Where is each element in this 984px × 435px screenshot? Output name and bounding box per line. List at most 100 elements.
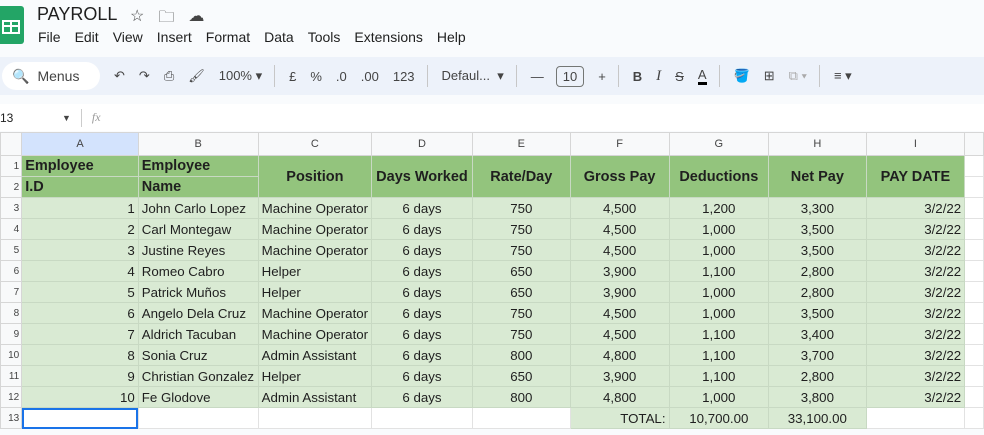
header-employee-name-2[interactable]: Name <box>137 176 259 198</box>
cell-id[interactable]: 10 <box>21 386 139 408</box>
cell-pay-date[interactable]: 3/2/22 <box>865 260 966 282</box>
spreadsheet-grid[interactable]: A B C D E F G H I 1 Employee Employee Position Days W… <box>0 132 984 429</box>
cell-rate[interactable]: 650 <box>471 281 571 303</box>
row-header-9[interactable]: 9 <box>0 323 23 345</box>
column-header-H[interactable]: H <box>768 132 867 156</box>
text-color-button[interactable]: A <box>697 67 707 85</box>
empty-cell[interactable] <box>964 155 984 177</box>
cell-deductions[interactable]: 1,100 <box>668 344 770 366</box>
cell-position[interactable]: Machine Operator <box>257 218 373 240</box>
menu-format[interactable]: Format <box>206 29 250 45</box>
cell-rate[interactable]: 650 <box>471 365 571 387</box>
header-rate[interactable]: Rate/Day <box>471 155 571 198</box>
row-header-5[interactable]: 5 <box>0 239 23 261</box>
row-header-4[interactable]: 4 <box>0 218 23 240</box>
cell-position[interactable]: Helper <box>257 365 373 387</box>
empty-cell[interactable] <box>471 407 571 429</box>
empty-cell[interactable] <box>964 281 984 303</box>
cell-pay-date[interactable]: 3/2/22 <box>865 323 966 345</box>
cell-deductions[interactable]: 1,200 <box>668 197 770 219</box>
cell-id[interactable]: 8 <box>21 344 139 366</box>
column-header-G[interactable]: G <box>668 132 770 156</box>
cell-days-worked[interactable]: 6 days <box>371 218 473 240</box>
empty-cell[interactable] <box>865 407 966 429</box>
cell-gross-pay[interactable]: 3,900 <box>569 260 670 282</box>
menu-data[interactable]: Data <box>264 29 294 45</box>
print-icon[interactable]: ⎙ <box>164 68 174 84</box>
cell-name[interactable]: Sonia Cruz <box>137 344 259 366</box>
strikethrough-button[interactable]: S <box>675 69 684 84</box>
cell-gross-pay[interactable]: 4,500 <box>569 239 670 261</box>
empty-cell[interactable] <box>964 176 984 198</box>
cell-pay-date[interactable]: 3/2/22 <box>865 365 966 387</box>
cell-net-pay[interactable]: 3,500 <box>768 239 867 261</box>
cell-id[interactable]: 1 <box>21 197 139 219</box>
cell-deductions[interactable]: 1,000 <box>668 281 770 303</box>
cell-pay-date[interactable]: 3/2/22 <box>865 197 966 219</box>
cell-rate[interactable]: 650 <box>471 260 571 282</box>
cell-days-worked[interactable]: 6 days <box>371 365 473 387</box>
cell-net-pay[interactable]: 2,800 <box>768 260 867 282</box>
cell-net-pay[interactable]: 2,800 <box>768 365 867 387</box>
menu-edit[interactable]: Edit <box>75 29 99 45</box>
column-header-A[interactable]: A <box>21 132 139 156</box>
cell-id[interactable]: 9 <box>21 365 139 387</box>
decrease-decimal-button[interactable]: .0 <box>336 69 347 84</box>
column-header-F[interactable]: F <box>569 132 670 156</box>
fill-color-icon[interactable]: 🪣 <box>734 68 750 84</box>
cell-id[interactable]: 3 <box>21 239 139 261</box>
font-select[interactable]: Defaul... ▾ <box>442 68 504 84</box>
cell-net-pay[interactable]: 3,500 <box>768 302 867 324</box>
header-gross[interactable]: Gross Pay <box>569 155 670 198</box>
empty-cell[interactable] <box>964 218 984 240</box>
cell-name[interactable]: Fe Glodove <box>137 386 259 408</box>
name-box-dropdown-icon[interactable]: ▼ <box>62 113 71 123</box>
cell-pay-date[interactable]: 3/2/22 <box>865 344 966 366</box>
cell-net-pay[interactable]: 3,300 <box>768 197 867 219</box>
cell-position[interactable]: Helper <box>257 281 373 303</box>
header-employee-id-1[interactable]: Employee <box>21 155 139 177</box>
cell-days-worked[interactable]: 6 days <box>371 260 473 282</box>
cell-id[interactable]: 2 <box>21 218 139 240</box>
cell-net-pay[interactable]: 3,400 <box>768 323 867 345</box>
header-position[interactable]: Position <box>257 155 373 198</box>
header-days[interactable]: Days Worked <box>371 155 473 198</box>
empty-cell[interactable] <box>964 323 984 345</box>
cell-gross-pay[interactable]: 3,900 <box>569 365 670 387</box>
cell-name[interactable]: Patrick Muños <box>137 281 259 303</box>
row-header-6[interactable]: 6 <box>0 260 23 282</box>
cell-gross-pay[interactable]: 4,500 <box>569 218 670 240</box>
cell-days-worked[interactable]: 6 days <box>371 302 473 324</box>
cell-position[interactable]: Admin Assistant <box>257 386 373 408</box>
row-header-13[interactable]: 13 <box>0 407 23 429</box>
cell-rate[interactable]: 750 <box>471 302 571 324</box>
cell-rate[interactable]: 750 <box>471 218 571 240</box>
cell-days-worked[interactable]: 6 days <box>371 323 473 345</box>
empty-cell[interactable] <box>371 407 473 429</box>
borders-icon[interactable]: ⊞ <box>764 68 775 84</box>
cell-name[interactable]: Aldrich Tacuban <box>137 323 259 345</box>
cell-net-pay[interactable]: 3,800 <box>768 386 867 408</box>
cell-name[interactable]: Christian Gonzalez <box>137 365 259 387</box>
header-deductions[interactable]: Deductions <box>668 155 770 198</box>
decrease-font-size-button[interactable]: — <box>531 69 544 84</box>
cell-position[interactable]: Machine Operator <box>257 323 373 345</box>
cell-id[interactable]: 7 <box>21 323 139 345</box>
font-size-input[interactable]: 10 <box>555 65 585 87</box>
percent-button[interactable]: % <box>310 69 322 84</box>
menu-tools[interactable]: Tools <box>308 29 341 45</box>
cell-gross-pay[interactable]: 4,800 <box>569 386 670 408</box>
cell-gross-pay[interactable]: 4,500 <box>569 197 670 219</box>
menu-help[interactable]: Help <box>437 29 466 45</box>
column-header-I[interactable]: I <box>865 132 966 156</box>
zoom-select[interactable]: 100% ▾ <box>219 68 262 84</box>
menus-search[interactable]: 🔍 Menus <box>2 62 100 90</box>
row-header-3[interactable]: 3 <box>0 197 23 219</box>
doc-title[interactable]: PAYROLL <box>37 4 117 25</box>
paint-format-icon[interactable]: 🖌 <box>188 68 205 84</box>
column-header-D[interactable]: D <box>371 132 473 156</box>
empty-cell[interactable] <box>964 365 984 387</box>
cell-gross-pay[interactable]: 4,800 <box>569 344 670 366</box>
undo-icon[interactable]: ↶ <box>114 68 125 84</box>
empty-cell[interactable] <box>964 197 984 219</box>
